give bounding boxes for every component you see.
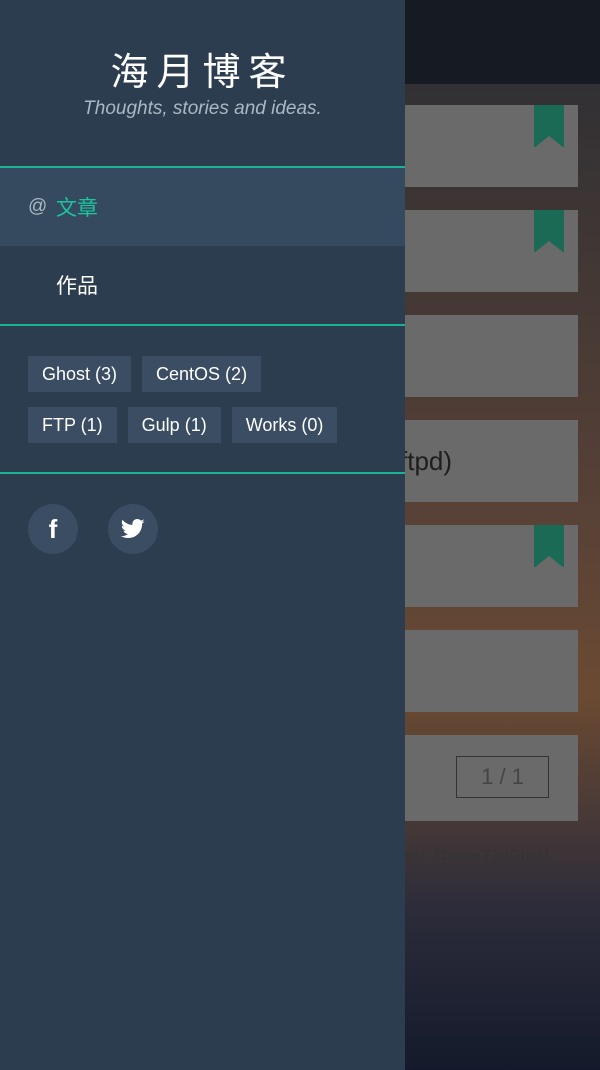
at-icon: @ [28, 196, 48, 217]
social-links: f [0, 474, 405, 554]
footer-suffix: . [548, 847, 554, 864]
tag-centos[interactable]: CentOS (2) [142, 356, 262, 392]
site-description: Thoughts, stories and ideas. [83, 98, 322, 119]
theme-link[interactable]: FlatGhost [484, 847, 549, 864]
post-title: ftpd) [400, 446, 453, 476]
tag-ghost[interactable]: Ghost (3) [28, 356, 132, 392]
tag-ftp[interactable]: FTP (1) [28, 407, 117, 443]
ghost-link[interactable]: ost [405, 847, 425, 864]
site-title[interactable]: 海月博客 [0, 50, 405, 94]
facebook-icon: f [48, 513, 58, 544]
footer-text: . Theme [425, 847, 484, 864]
nav-item-articles[interactable]: @ 文章 [0, 168, 405, 246]
drawer-header: 海月博客 Thoughts, stories and ideas. [0, 0, 405, 168]
tag-cloud: Ghost (3) CentOS (2) FTP (1) Gulp (1) Works… [0, 326, 405, 474]
bookmark-icon [534, 525, 564, 568]
tag-works[interactable]: Works (0) [231, 407, 338, 443]
post-card[interactable] [380, 630, 578, 712]
post-card[interactable] [380, 315, 578, 397]
footer-credit: ost. Theme FlatGhost. [405, 847, 553, 864]
bookmark-icon [534, 105, 564, 148]
pagination: 1 / 1 [456, 756, 549, 798]
post-card[interactable]: ftpd) [380, 420, 578, 502]
drawer-nav: @ 文章 作品 [0, 168, 405, 326]
nav-item-works[interactable]: 作品 [0, 246, 405, 324]
tag-gulp[interactable]: Gulp (1) [127, 407, 221, 443]
nav-item-label: 作品 [56, 275, 98, 298]
post-card[interactable] [380, 105, 578, 187]
twitter-button[interactable] [108, 504, 158, 554]
twitter-icon [121, 519, 145, 538]
post-card[interactable] [380, 210, 578, 292]
post-card[interactable] [380, 525, 578, 607]
facebook-button[interactable]: f [28, 504, 78, 554]
bookmark-icon [534, 210, 564, 253]
nav-item-label: 文章 [56, 197, 98, 220]
side-drawer: 海月博客 Thoughts, stories and ideas. @ 文章 作… [0, 0, 405, 1070]
